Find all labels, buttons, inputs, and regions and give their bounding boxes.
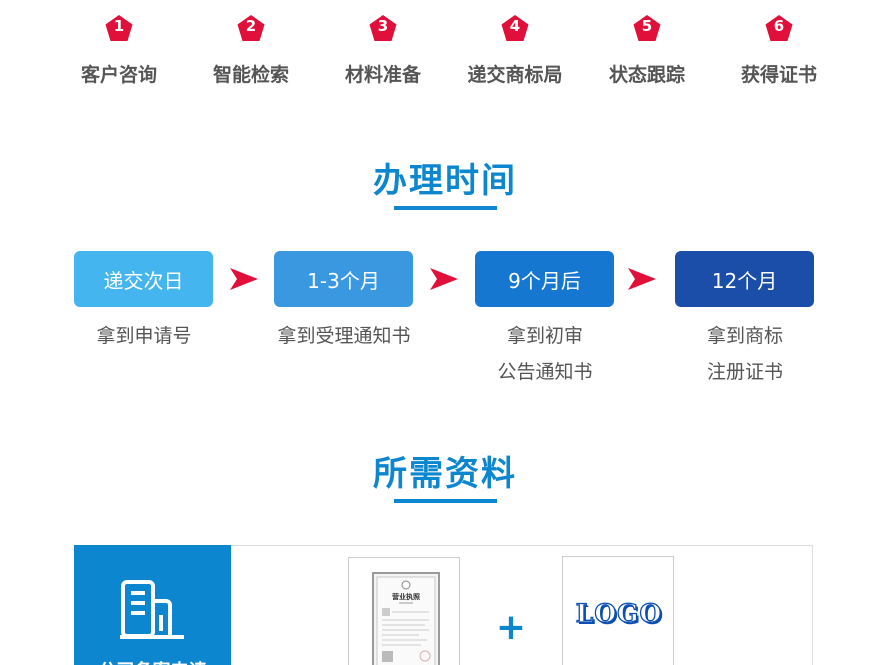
- step-2: 2 智能检索: [186, 14, 316, 87]
- timeline-desc-4: 拿到商标 注册证书: [645, 318, 845, 390]
- timeline-desc-1: 拿到申请号: [44, 318, 244, 354]
- plus-sign: +: [495, 607, 527, 648]
- step-3: 3 材料准备: [318, 14, 448, 87]
- step-label: 客户咨询: [80, 64, 157, 86]
- arrow-right-icon: [628, 268, 656, 290]
- step-6: 6 获得证书: [714, 14, 844, 87]
- pentagon-badge-icon: 3: [368, 14, 398, 44]
- step-label: 获得证书: [740, 64, 817, 86]
- process-steps: 1 客户咨询 2 智能检索 3 材料准备 4 递交商标局 5 状态跟踪 6 获得…: [54, 14, 844, 87]
- desc-line: 拿到初审: [506, 325, 583, 347]
- license-title: 营业执照: [392, 592, 420, 601]
- desc-line: 拿到商标: [706, 325, 783, 347]
- pentagon-badge-icon: 4: [500, 14, 530, 44]
- step-label: 材料准备: [344, 64, 421, 86]
- step-label: 智能检索: [212, 64, 289, 86]
- pentagon-badge-icon: 6: [764, 14, 794, 44]
- timeline-stage-4: 12个月: [675, 251, 814, 307]
- step-number: 6: [773, 17, 785, 35]
- timeline-stage-3: 9个月后: [475, 251, 614, 307]
- logo-image: LOGO: [562, 556, 674, 665]
- desc-line: 拿到受理通知书: [277, 325, 411, 347]
- business-license-doc: 营业执照: [372, 572, 440, 665]
- step-number: 5: [641, 17, 653, 35]
- building-icon: [120, 580, 184, 639]
- arrow-right-icon: [230, 268, 258, 290]
- desc-line: 公告通知书: [497, 361, 593, 383]
- pentagon-badge-icon: 1: [104, 14, 134, 44]
- pentagon-badge-icon: 5: [632, 14, 662, 44]
- step-number: 2: [245, 17, 257, 35]
- materials-category-tile: 公司备案申请: [74, 545, 231, 665]
- step-label: 递交商标局: [467, 64, 563, 86]
- arrow-right-icon: [430, 268, 458, 290]
- timeline-desc-3: 拿到初审 公告通知书: [445, 318, 645, 390]
- step-5: 5 状态跟踪: [582, 14, 712, 87]
- step-number: 4: [509, 17, 521, 35]
- timeline-stage-1: 递交次日: [74, 251, 213, 307]
- title-underline: [394, 206, 497, 210]
- category-label: 公司备案申请: [74, 657, 231, 665]
- timeline-desc-2: 拿到受理通知书: [244, 318, 444, 354]
- materials-section-title: 所需资料: [373, 454, 517, 494]
- pentagon-badge-icon: 2: [236, 14, 266, 44]
- title-underline: [394, 499, 497, 503]
- timeline-stage-2: 1-3个月: [274, 251, 413, 307]
- step-label: 状态跟踪: [608, 64, 685, 86]
- step-number: 3: [377, 17, 389, 35]
- step-1: 1 客户咨询: [54, 14, 184, 87]
- time-section-title: 办理时间: [373, 161, 517, 201]
- desc-line: 拿到申请号: [96, 325, 192, 347]
- step-4: 4 递交商标局: [450, 14, 580, 87]
- business-license-image: 营业执照: [348, 557, 460, 665]
- step-number: 1: [113, 17, 125, 35]
- logo-text: LOGO: [575, 598, 663, 628]
- desc-line: 注册证书: [706, 361, 783, 383]
